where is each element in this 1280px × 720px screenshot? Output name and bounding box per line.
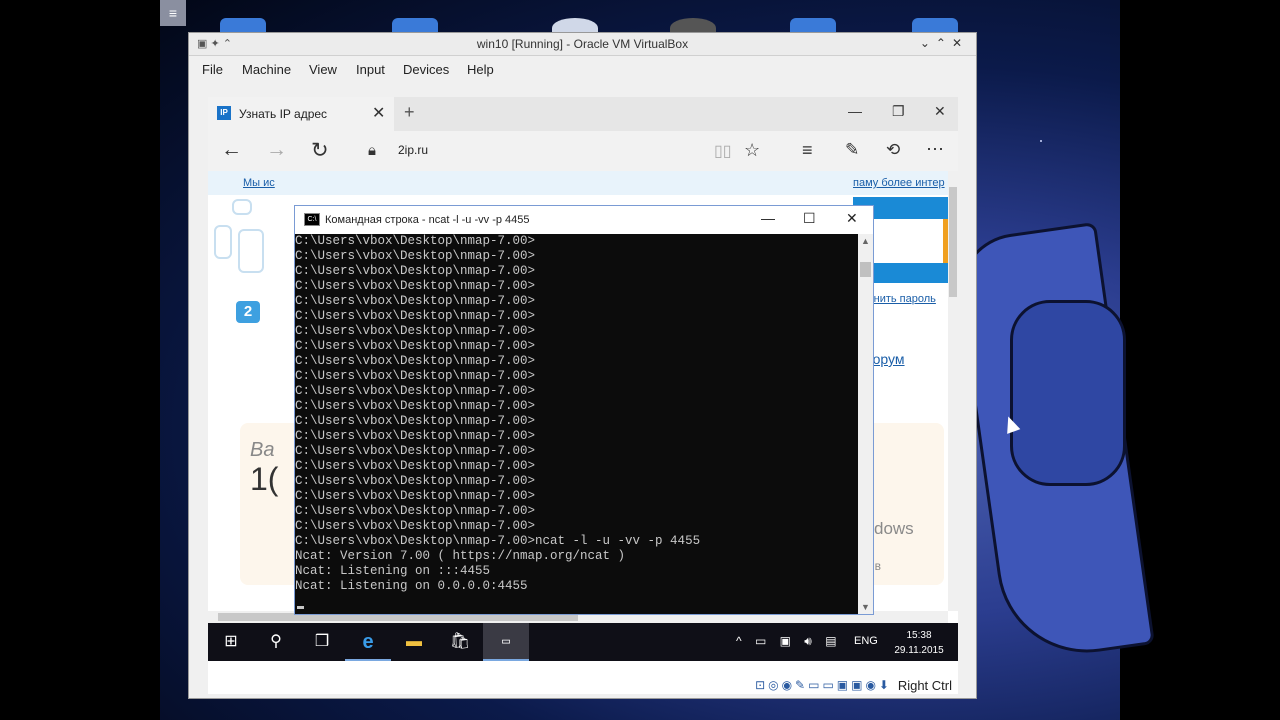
console-line: C:\Users\vbox\Desktop\nmap-7.00>ncat -l … — [295, 534, 701, 548]
card-title: Ва — [250, 439, 275, 461]
file-explorer-icon[interactable]: ▬ — [391, 623, 437, 661]
console-line: C:\Users\vbox\Desktop\nmap-7.00> — [295, 504, 536, 518]
cmd-minimize-icon[interactable]: — — [761, 210, 775, 226]
console-line: C:\Users\vbox\Desktop\nmap-7.00> — [295, 444, 536, 458]
share-icon[interactable]: ⟲ — [886, 140, 900, 160]
console-line: C:\Users\vbox\Desktop\nmap-7.00> — [295, 384, 536, 398]
window-controls[interactable]: ⌄⌃✕ — [920, 36, 968, 50]
guest-screen[interactable]: IP Узнать IP адрес ✕ + — ❐ ✕ ← → ↻ 🔒︎ 2i… — [208, 97, 958, 694]
console-line: C:\Users\vbox\Desktop\nmap-7.00> — [295, 399, 536, 413]
browser-tab[interactable]: IP Узнать IP адрес ✕ — [208, 97, 394, 131]
console-cursor — [297, 606, 304, 609]
hub-icon[interactable]: ≡ — [802, 140, 813, 161]
console-line: C:\Users\vbox\Desktop\nmap-7.00> — [295, 489, 536, 503]
console-line: C:\Users\vbox\Desktop\nmap-7.00> — [295, 459, 536, 473]
site-favicon-icon: IP — [217, 106, 231, 120]
start-windows-icon[interactable]: ⊞ — [208, 623, 254, 661]
scrollbar-thumb[interactable] — [949, 187, 957, 297]
star — [1040, 140, 1042, 142]
system-tray-icons[interactable]: ^ ▭ ▣ 🔊︎ ▤ — [736, 634, 842, 649]
console-line: Ncat: Version 7.00 ( https://nmap.org/nc… — [295, 549, 626, 563]
reading-view-icon[interactable]: ▯▯ — [714, 141, 732, 161]
minimize-icon[interactable]: — — [848, 103, 862, 119]
console-line: C:\Users\vbox\Desktop\nmap-7.00> — [295, 519, 536, 533]
close-icon[interactable]: ✕ — [934, 103, 946, 120]
store-icon[interactable]: 🛍︎ — [437, 623, 483, 661]
scroll-up-icon[interactable]: ▲ — [861, 236, 870, 246]
new-tab-icon[interactable]: + — [404, 102, 415, 123]
infobar-link-right[interactable]: паму более интер — [853, 177, 945, 189]
restore-icon[interactable]: ❐ — [892, 103, 905, 120]
command-prompt-taskbar-icon[interactable]: ▭ — [483, 623, 529, 661]
card-ip-value: 1( — [250, 461, 279, 497]
console-line: Ncat: Listening on 0.0.0.0:4455 — [295, 579, 528, 593]
clock-date: 29.11.2015 — [894, 645, 944, 656]
console-line: C:\Users\vbox\Desktop\nmap-7.00> — [295, 414, 536, 428]
console-line: C:\Users\vbox\Desktop\nmap-7.00> — [295, 369, 536, 383]
decorative-pattern — [208, 195, 268, 285]
browser-toolbar: ← → ↻ 🔒︎ 2ip.ru ▯▯ ☆ ≡ ✎ ⟲ ⋯ — [208, 131, 958, 171]
console-line: C:\Users\vbox\Desktop\nmap-7.00> — [295, 249, 536, 263]
menu-input[interactable]: Input — [356, 62, 385, 77]
taskbar-clock[interactable]: 15:38 29.11.2015 — [894, 628, 944, 658]
cmd-maximize-icon[interactable]: ☐ — [803, 210, 816, 227]
console-line: C:\Users\vbox\Desktop\nmap-7.00> — [295, 429, 536, 443]
cmd-title: Командная строка - ncat -l -u -vv -p 445… — [325, 214, 530, 226]
browser-tabbar: IP Узнать IP адрес ✕ + — ❐ ✕ — [208, 97, 958, 131]
scroll-down-icon[interactable]: ▼ — [861, 602, 870, 612]
virtualbox-statusbar: ⊡◎◉✎▭▭▣▣◉⬇ Right Ctrl — [189, 672, 976, 698]
cmd-app-icon: C:\ — [304, 213, 320, 226]
menu-help[interactable]: Help — [467, 62, 494, 77]
cookie-infobar: Мы ис паму более интер — [208, 171, 948, 195]
forward-icon[interactable]: → — [266, 138, 287, 162]
task-view-icon[interactable]: ❒ — [299, 623, 345, 661]
infobar-link[interactable]: Мы ис — [243, 177, 275, 189]
tab-close-icon[interactable]: ✕ — [372, 103, 385, 123]
command-prompt-window[interactable]: C:\ Командная строка - ncat -l -u -vv -p… — [294, 205, 874, 615]
language-indicator[interactable]: ENG — [854, 635, 878, 647]
menu-view[interactable]: View — [309, 62, 337, 77]
device-status-icons[interactable]: ⊡◎◉✎▭▭▣▣◉⬇ — [755, 678, 892, 692]
console-line: C:\Users\vbox\Desktop\nmap-7.00> — [295, 354, 536, 368]
web-note-icon[interactable]: ✎ — [845, 140, 859, 160]
menu-machine[interactable]: Machine — [242, 62, 291, 77]
favorite-star-icon[interactable]: ☆ — [744, 140, 760, 161]
lock-icon: 🔒︎ — [368, 142, 376, 159]
clock-time: 15:38 — [906, 630, 932, 641]
console-scrollbar[interactable]: ▲ ▼ — [858, 234, 873, 614]
page-vertical-scrollbar[interactable] — [948, 171, 958, 611]
search-icon[interactable]: ⚲ — [253, 623, 299, 661]
console-line: C:\Users\vbox\Desktop\nmap-7.00> — [295, 324, 536, 338]
console-line: C:\Users\vbox\Desktop\nmap-7.00> — [295, 279, 536, 293]
tab-title: Узнать IP адрес — [239, 107, 328, 121]
wallpaper-shape — [1010, 300, 1126, 486]
console-line: C:\Users\vbox\Desktop\nmap-7.00> — [295, 234, 536, 248]
console-line: C:\Users\vbox\Desktop\nmap-7.00> — [295, 474, 536, 488]
scrollbar-thumb[interactable] — [860, 262, 871, 277]
console-line: C:\Users\vbox\Desktop\nmap-7.00> — [295, 339, 536, 353]
address-bar[interactable]: 2ip.ru — [398, 143, 428, 157]
console-line: C:\Users\vbox\Desktop\nmap-7.00> — [295, 309, 536, 323]
refresh-icon[interactable]: ↻ — [311, 138, 329, 163]
windows-taskbar: ⊞ ⚲ ❒ e ▬ 🛍︎ ▭ ^ ▭ ▣ 🔊︎ ▤ ENG 15:38 29.1… — [208, 623, 958, 661]
menu-devices[interactable]: Devices — [403, 62, 449, 77]
console-line: C:\Users\vbox\Desktop\nmap-7.00> — [295, 264, 536, 278]
back-icon[interactable]: ← — [221, 138, 242, 162]
cmd-titlebar[interactable]: C:\ Командная строка - ncat -l -u -vv -p… — [295, 206, 873, 234]
virtualbox-titlebar[interactable]: ▣ ✦ ⌃ win10 [Running] - Oracle VM Virtua… — [189, 33, 976, 56]
window-title: win10 [Running] - Oracle VM VirtualBox — [476, 37, 689, 51]
virtualbox-window: ▣ ✦ ⌃ win10 [Running] - Oracle VM Virtua… — [188, 32, 977, 699]
cmd-close-icon[interactable]: ✕ — [846, 210, 858, 227]
edge-browser-icon[interactable]: e — [345, 623, 391, 661]
more-icon[interactable]: ⋯ — [926, 139, 944, 160]
virtualbox-menubar: File Machine View Input Devices Help — [189, 56, 976, 80]
host-menu-icon[interactable]: ≡ — [160, 0, 186, 26]
console-output[interactable]: C:\Users\vbox\Desktop\nmap-7.00> C:\Users… — [295, 234, 858, 614]
console-line: Ncat: Listening on :::4455 — [295, 564, 491, 578]
menu-file[interactable]: File — [202, 62, 223, 77]
console-line: C:\Users\vbox\Desktop\nmap-7.00> — [295, 294, 536, 308]
step-badge: 2 — [236, 301, 260, 323]
host-key-label: Right Ctrl — [897, 678, 952, 693]
